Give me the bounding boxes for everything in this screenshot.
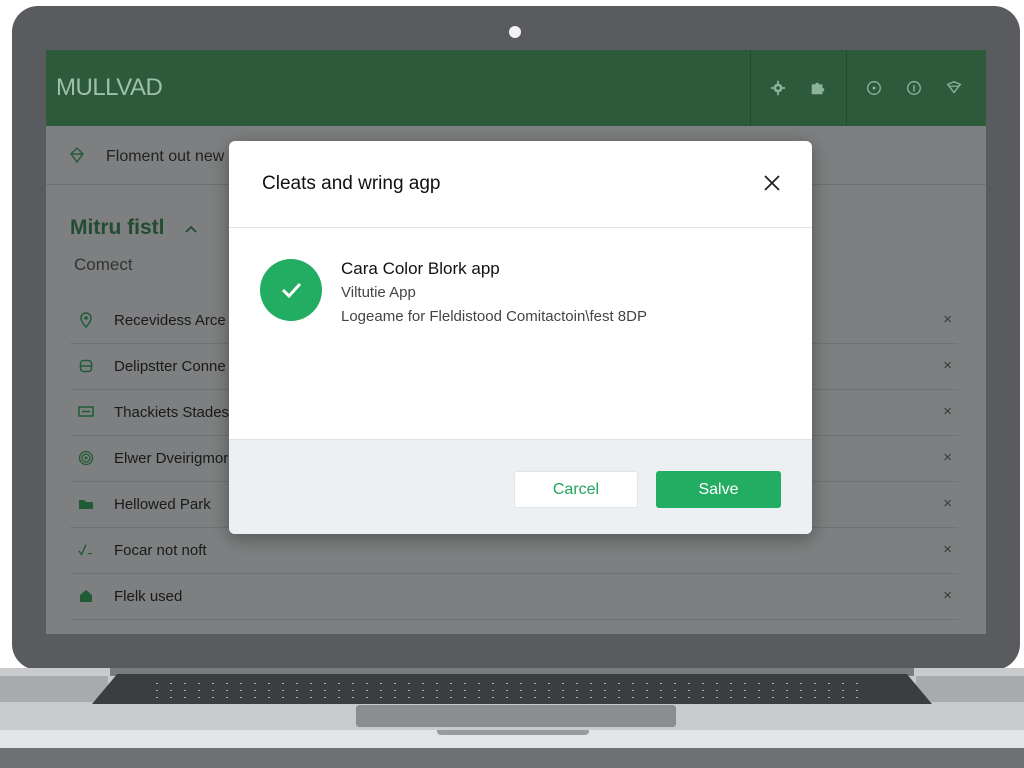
- app-type: Viltutie App: [341, 284, 416, 301]
- speaker-grille-left: [0, 676, 108, 702]
- close-icon[interactable]: [762, 173, 782, 193]
- cancel-button[interactable]: Carcel: [514, 471, 638, 508]
- checkmark-icon: [260, 259, 322, 321]
- list-item-label: Flelk used: [114, 588, 183, 605]
- remove-icon[interactable]: ×: [943, 357, 952, 374]
- location-icon: [70, 146, 84, 164]
- save-button[interactable]: Salve: [656, 471, 781, 508]
- remove-icon[interactable]: ×: [943, 449, 952, 466]
- header-divider: [846, 50, 847, 126]
- section-subtitle: Comect: [74, 255, 133, 274]
- pin-icon: [78, 312, 94, 328]
- app-header: MULLVAD: [46, 50, 986, 126]
- remove-icon[interactable]: ×: [943, 403, 952, 420]
- speaker-grille-right: [916, 676, 1024, 702]
- info-icon[interactable]: [904, 78, 924, 98]
- dialog-footer: Carcel Salve: [229, 439, 812, 534]
- dialog-title: Cleats and wring agp: [262, 173, 441, 194]
- gear-icon[interactable]: [768, 78, 788, 98]
- home-icon: [78, 588, 94, 604]
- chevron-up-icon[interactable]: [182, 220, 200, 238]
- app-logo: MULLVAD: [56, 74, 163, 101]
- spiral-icon: [78, 450, 94, 466]
- trackpad: [356, 705, 676, 727]
- list-item-label: Recevidess Arce: [114, 312, 226, 329]
- list-item-label: Elwer Dveirigmor: [114, 450, 229, 467]
- device-icon: [78, 358, 94, 374]
- panel-icon: [78, 404, 94, 420]
- keyboard-keys: [150, 680, 870, 698]
- remove-icon[interactable]: ×: [943, 541, 952, 558]
- list-item[interactable]: Flelk used ×: [70, 574, 958, 620]
- list-item-label: Thackiets Stades: [114, 404, 230, 421]
- list-item-label: Focar not noft: [114, 542, 207, 559]
- puzzle-icon[interactable]: [808, 78, 828, 98]
- app-description: Logeame for Fleldistood Comitactoin\fest…: [341, 308, 647, 325]
- webcam: [509, 26, 521, 38]
- shield-icon[interactable]: [944, 78, 964, 98]
- laptop-lip: [437, 730, 589, 735]
- check-sqrt-icon: [78, 542, 94, 558]
- list-item-label: Hellowed Park: [114, 496, 211, 513]
- remove-icon[interactable]: ×: [943, 587, 952, 604]
- section-title: Mitru fistl: [70, 216, 165, 239]
- alert-circle-icon[interactable]: [864, 78, 884, 98]
- remove-icon[interactable]: ×: [943, 495, 952, 512]
- laptop-bottom: [0, 748, 1024, 768]
- list-item[interactable]: Focar not noft ×: [70, 528, 958, 574]
- remove-icon[interactable]: ×: [943, 311, 952, 328]
- list-item-label: Delipstter Conne: [114, 358, 226, 375]
- dialog-divider: [229, 227, 812, 228]
- header-divider: [750, 50, 751, 126]
- folder-icon: [78, 496, 94, 512]
- confirm-dialog: Cleats and wring agp Cara Color Blork ap…: [229, 141, 812, 534]
- status-text: Floment out new: [106, 148, 225, 165]
- app-name: Cara Color Blork app: [341, 259, 500, 278]
